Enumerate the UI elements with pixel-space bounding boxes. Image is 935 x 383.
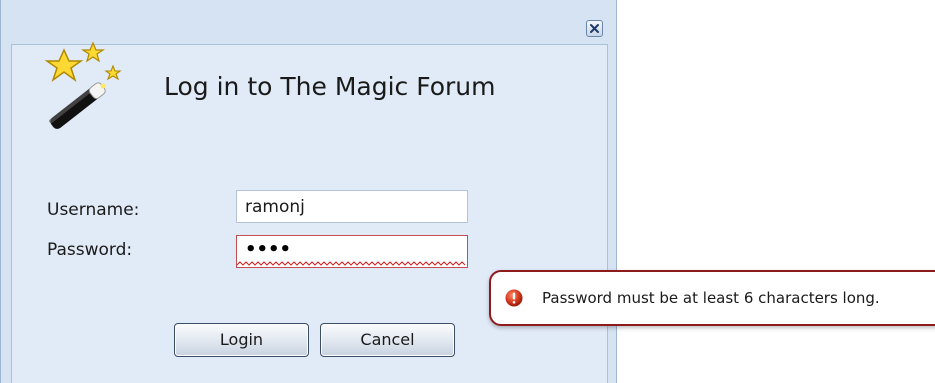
page: Log in to The Magic Forum Username: ramo… xyxy=(0,0,935,383)
password-field[interactable]: •••• xyxy=(236,235,468,268)
error-tooltip: Password must be at least 6 characters l… xyxy=(489,270,935,326)
cancel-button[interactable]: Cancel xyxy=(320,323,455,357)
password-value: •••• xyxy=(245,239,292,260)
login-button[interactable]: Login xyxy=(174,323,309,357)
close-button[interactable] xyxy=(586,20,603,37)
username-field[interactable]: ramonj xyxy=(236,190,468,223)
username-value: ramonj xyxy=(245,197,305,217)
magic-wand-icon xyxy=(44,41,122,129)
username-label: Username: xyxy=(47,200,140,220)
dialog-title: Log in to The Magic Forum xyxy=(164,72,496,101)
error-icon xyxy=(505,289,523,307)
invalid-underline xyxy=(237,261,466,266)
error-message: Password must be at least 6 characters l… xyxy=(542,289,880,307)
close-icon xyxy=(590,24,599,33)
password-label: Password: xyxy=(47,240,133,260)
